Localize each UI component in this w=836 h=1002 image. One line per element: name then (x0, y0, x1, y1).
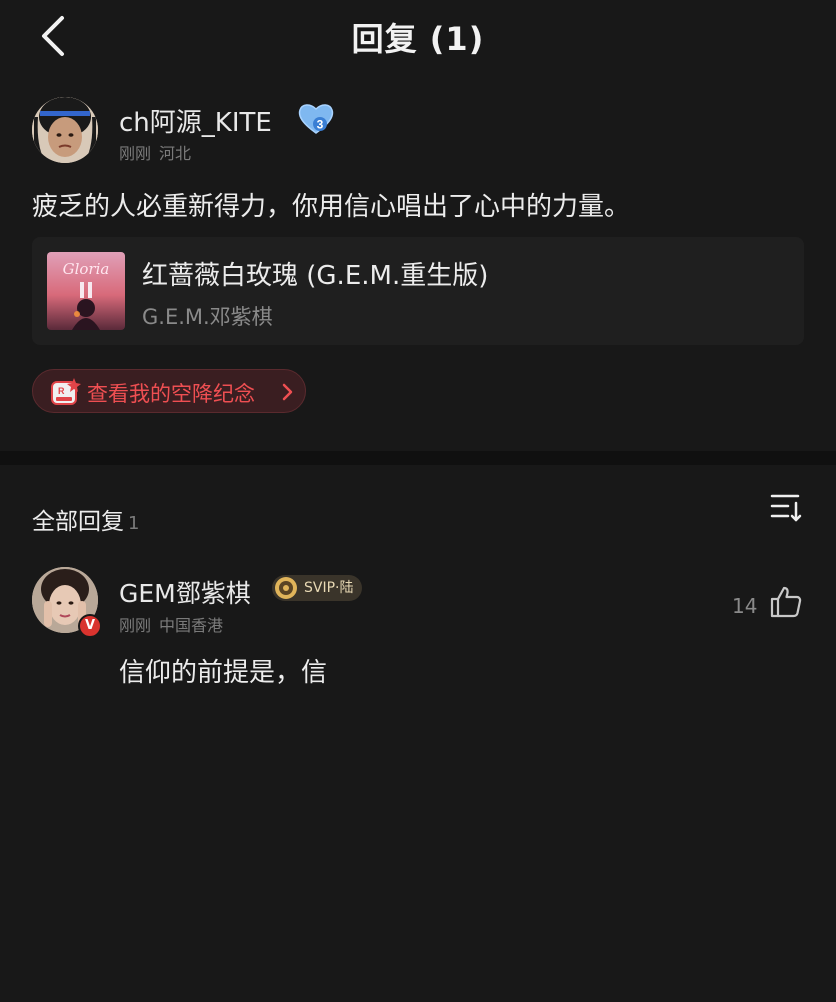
reply-author-name[interactable]: GEM鄧紫棋 (119, 574, 251, 610)
chevron-right-icon (282, 383, 293, 401)
reply-text: 信仰的前提是，信 (119, 658, 328, 688)
replies-header: 全部回复 1 (32, 502, 139, 536)
replies-count: 1 (128, 513, 140, 534)
post-location: 河北 (159, 144, 192, 163)
album-cover: Gloria (47, 252, 125, 330)
airdrop-label: 查看我的空降纪念 (87, 382, 255, 406)
view-airdrop-button[interactable]: R 查看我的空降纪念 (32, 369, 306, 413)
song-card[interactable]: Gloria 红蔷薇白玫瑰 (G.E.M.重生版) G.E.M.邓紫棋 (32, 237, 804, 345)
reply-time: 刚刚 (119, 616, 152, 635)
song-title: 红蔷薇白玫瑰 (G.E.M.重生版) (142, 261, 489, 291)
album-cover-text: Gloria (63, 260, 110, 278)
reply-meta: 刚刚 中国香港 (119, 612, 223, 636)
sort-icon (770, 494, 802, 522)
album-cover-image: Gloria (47, 252, 125, 330)
section-divider (0, 451, 836, 465)
level-number: 3 (317, 118, 324, 132)
reply-item: V GEM鄧紫棋 SVIP·陆 刚刚 中国香港 14 信仰的前提是，信 (0, 560, 836, 700)
verified-badge: V (78, 614, 102, 638)
song-artist: G.E.M.邓紫棋 (142, 305, 273, 329)
header: 回复 (1) (0, 0, 836, 76)
reply-detail-page: 回复 (1) ch阿源_KITE 3 刚刚 河北 疲乏的人必重新得力，你用信心唱… (0, 0, 836, 1002)
thumbs-up-icon (770, 586, 802, 618)
post-meta: 刚刚 河北 (119, 140, 191, 164)
vinyl-icon (275, 577, 297, 599)
page-title: 回复 (1) (351, 20, 485, 58)
airdrop-mascot-icon: R (51, 378, 81, 405)
like-button[interactable] (768, 584, 804, 620)
author-name[interactable]: ch阿源_KITE (119, 102, 272, 139)
post-time: 刚刚 (119, 144, 152, 163)
heart-level-icon: 3 (298, 104, 334, 134)
avatar[interactable] (32, 97, 98, 163)
reply-location: 中国香港 (159, 616, 224, 635)
svg-text:R: R (58, 386, 65, 396)
level-badge: 3 (296, 102, 336, 136)
replies-header-label: 全部回复 (32, 509, 124, 535)
svip-badge: SVIP·陆 (272, 575, 362, 601)
svip-label: SVIP·陆 (304, 580, 354, 596)
comment-text: 疲乏的人必重新得力，你用信心唱出了心中的力量。 (32, 192, 631, 222)
original-comment: ch阿源_KITE 3 刚刚 河北 疲乏的人必重新得力，你用信心唱出了心中的力量。 (0, 80, 836, 450)
like-count: 14 (732, 594, 758, 618)
avatar-image (32, 97, 98, 163)
sort-button[interactable] (768, 490, 804, 526)
